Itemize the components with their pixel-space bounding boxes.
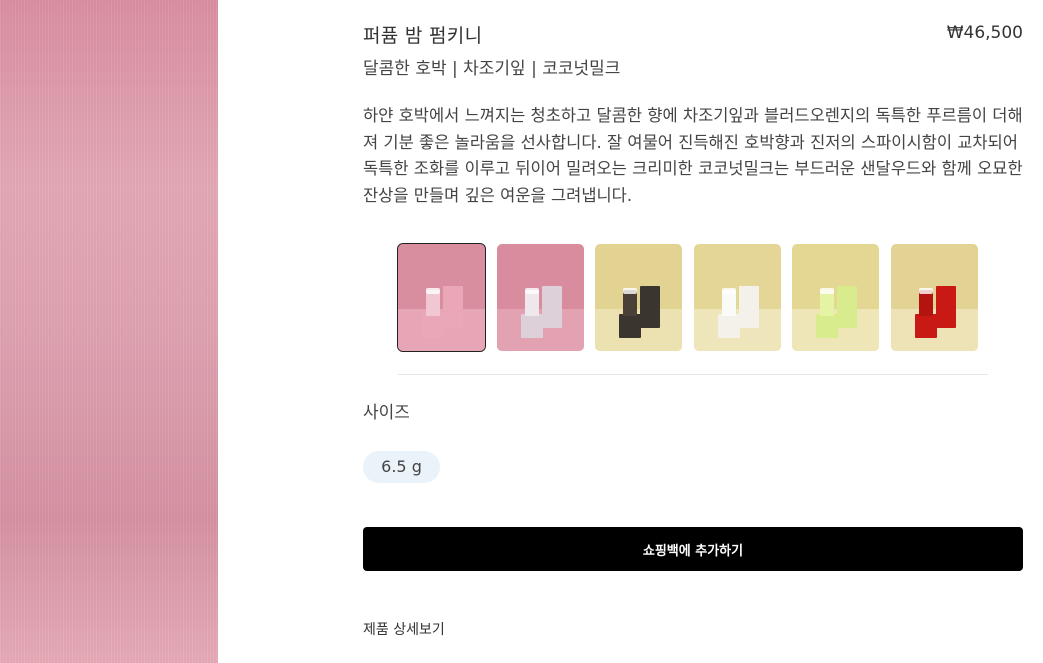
balm-cap [426,288,440,294]
product-description: 하얀 호박에서 느껴지는 청초하고 달콤한 향에 차조기잎과 블러드오렌지의 독… [363,106,1023,205]
package-box [837,286,857,328]
package-base [816,314,838,338]
size-label: 사이즈 [363,403,410,423]
add-to-bag-button[interactable]: 쇼핑백에 추가하기 [363,527,1023,571]
variant-thumbnail[interactable] [595,244,682,351]
variant-thumbnail[interactable] [792,244,879,351]
title-row: 퍼퓸 밤 펌키니 ₩46,500 [363,21,1023,47]
variant-thumbnail[interactable] [891,244,978,351]
package-base [422,314,444,338]
package-base [521,314,543,338]
balm-cap [722,288,736,294]
product-name: 퍼퓸 밤 펌키니 [363,25,483,47]
balm-cap [820,288,834,294]
balm-cap [525,288,539,294]
size-option-chip[interactable]: 6.5 g [363,451,440,483]
view-details-link[interactable]: 제품 상세보기 [363,619,445,639]
divider [398,374,988,375]
variant-thumbnail[interactable] [497,244,584,351]
product-info-panel: 퍼퓸 밤 펌키니 ₩46,500 달콤한 호박 | 차조기잎 | 코코넛밀크 하… [363,0,1023,663]
package-box [936,286,956,328]
balm-cap [623,288,637,294]
fragrance-notes: 달콤한 호박 | 차조기잎 | 코코넛밀크 [363,59,621,79]
variant-thumbnail[interactable] [694,244,781,351]
variant-thumbnail[interactable] [397,243,486,352]
package-box [542,286,562,328]
product-hero-image [0,0,218,663]
package-base [619,314,641,338]
package-box [640,286,660,328]
package-box [443,286,463,328]
package-box [739,286,759,328]
balm-cap [919,288,933,294]
variant-thumbnails [397,243,988,352]
package-base [718,314,740,338]
product-price: ₩46,500 [946,23,1023,43]
package-base [915,314,937,338]
